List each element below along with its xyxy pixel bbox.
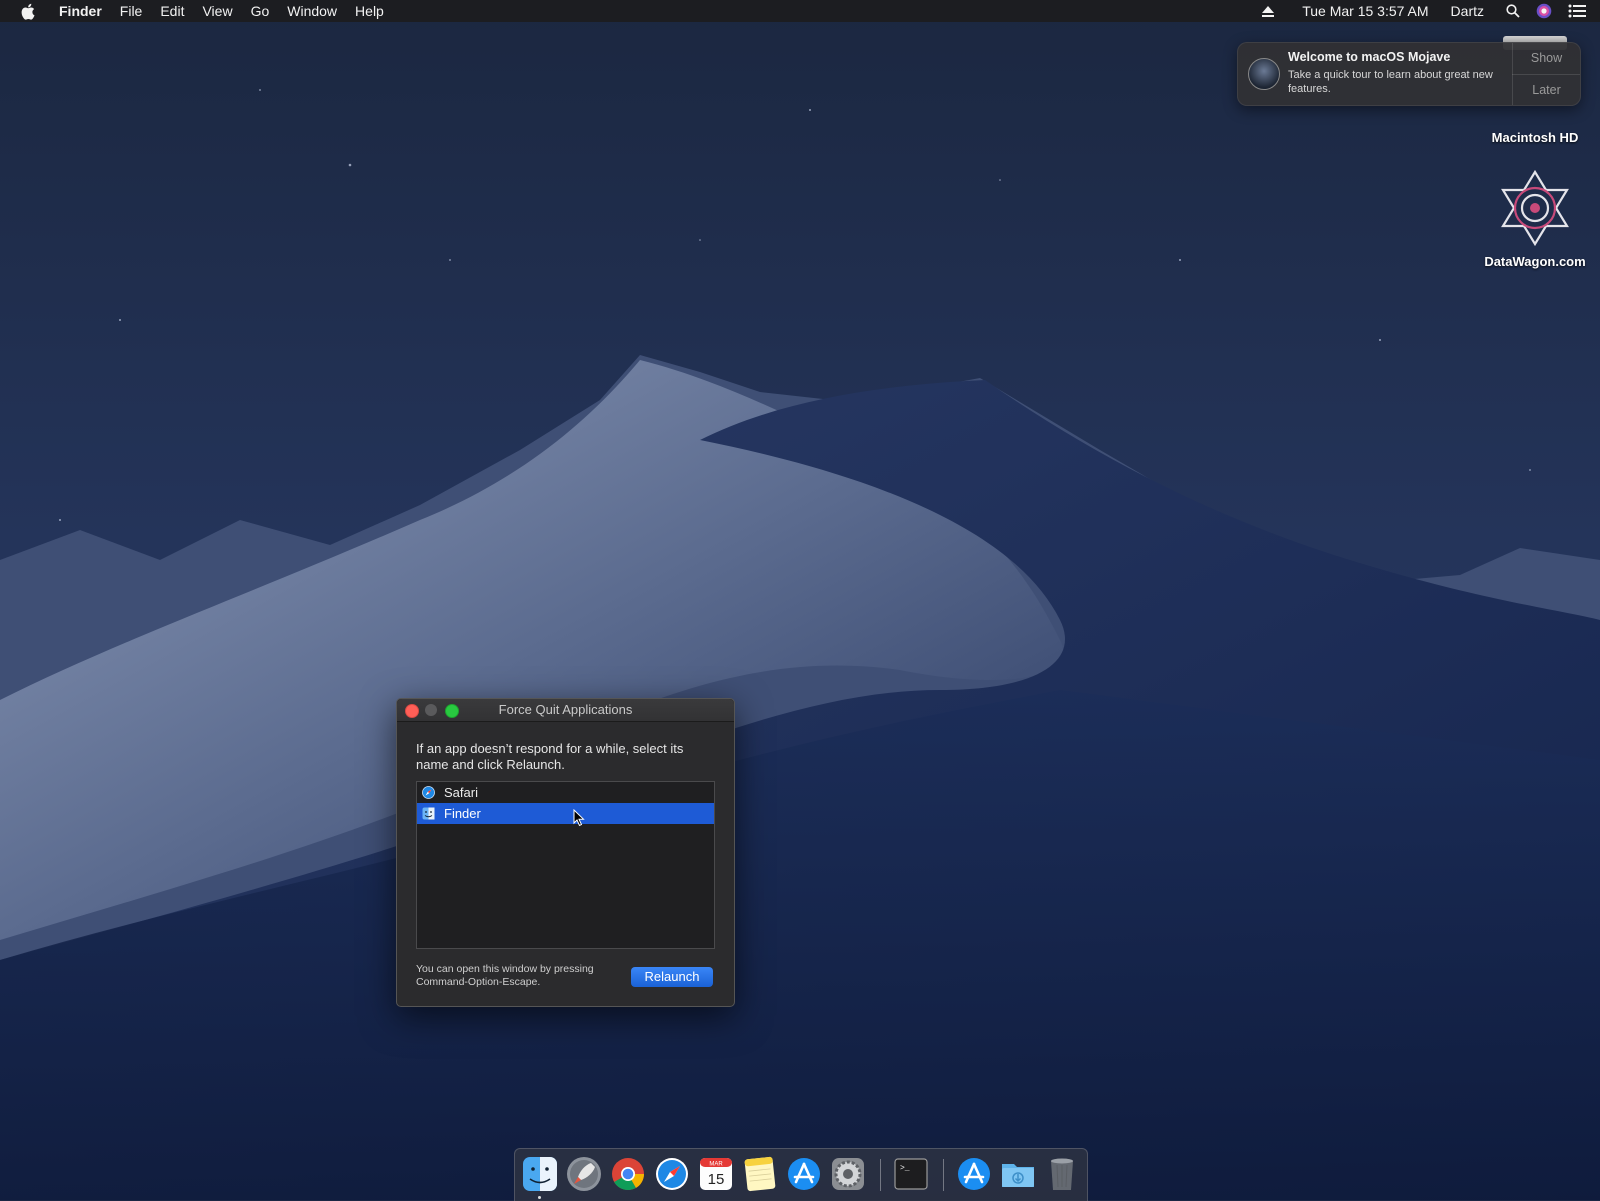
- app-row-safari[interactable]: Safari: [417, 782, 714, 803]
- force-quit-window: Force Quit Applications If an app doesn’…: [396, 698, 735, 1007]
- desktop-wallpaper: [0, 0, 1600, 1200]
- menubar-user[interactable]: Dartz: [1451, 0, 1484, 22]
- notification-show-button[interactable]: Show: [1513, 43, 1580, 74]
- terminal-icon[interactable]: >_: [892, 1155, 930, 1193]
- notification-title: Welcome to macOS Mojave: [1288, 50, 1451, 64]
- window-titlebar[interactable]: Force Quit Applications: [397, 699, 734, 722]
- macintosh-hd-label: Macintosh HD: [1491, 130, 1579, 145]
- eject-icon[interactable]: [1262, 5, 1275, 17]
- menu-window[interactable]: Window: [278, 0, 346, 22]
- welcome-notification[interactable]: Welcome to macOS Mojave Take a quick tou…: [1237, 42, 1581, 106]
- calendar-day: 15: [708, 1171, 725, 1188]
- trash-icon[interactable]: [1043, 1155, 1081, 1193]
- macos-mojave-icon: [1248, 58, 1280, 90]
- calendar-month: MAR: [709, 1162, 723, 1168]
- app-list[interactable]: Safari Finder: [416, 781, 715, 949]
- app-store-icon[interactable]: [785, 1155, 823, 1193]
- datawagon-logo-icon: [1501, 169, 1569, 247]
- finder-icon: [422, 807, 435, 820]
- running-indicator: [538, 1196, 541, 1199]
- window-title: Force Quit Applications: [498, 702, 633, 717]
- finder-icon[interactable]: [521, 1155, 559, 1193]
- notes-icon[interactable]: [741, 1155, 779, 1193]
- app-store-icon[interactable]: [955, 1155, 993, 1193]
- dock-separator: [880, 1159, 881, 1191]
- chrome-icon[interactable]: [609, 1155, 647, 1193]
- spotlight-search-icon[interactable]: [1506, 4, 1520, 18]
- app-row-finder[interactable]: Finder: [417, 803, 714, 824]
- dock-separator: [943, 1159, 944, 1191]
- menu-view[interactable]: View: [193, 0, 241, 22]
- datawagon-label: DataWagon.com: [1484, 254, 1586, 269]
- force-quit-hint: You can open this window by pressing Com…: [416, 963, 594, 988]
- datawagon-desktop-icon[interactable]: DataWagon.com: [1460, 168, 1600, 269]
- menu-help[interactable]: Help: [346, 0, 393, 22]
- apple-menu-icon[interactable]: [18, 2, 36, 20]
- siri-icon[interactable]: [1536, 3, 1552, 19]
- menu-go[interactable]: Go: [242, 0, 279, 22]
- menubar-clock[interactable]: Tue Mar 15 3:57 AM: [1302, 0, 1428, 22]
- notification-later-button[interactable]: Later: [1513, 75, 1580, 106]
- menu-file[interactable]: File: [111, 0, 152, 22]
- system-preferences-icon[interactable]: [829, 1155, 867, 1193]
- launchpad-icon[interactable]: [565, 1155, 603, 1193]
- downloads-folder-icon[interactable]: [999, 1155, 1037, 1193]
- notification-center-icon[interactable]: [1568, 4, 1586, 18]
- menu-bar: Finder File Edit View Go Window Help Tue…: [0, 0, 1600, 22]
- menu-finder[interactable]: Finder: [50, 0, 111, 22]
- relaunch-button[interactable]: Relaunch: [631, 967, 713, 987]
- notification-body: Take a quick tour to learn about great n…: [1288, 69, 1493, 95]
- dock: MAR 15 >_: [514, 1148, 1088, 1201]
- app-row-label: Safari: [444, 785, 478, 800]
- calendar-icon[interactable]: MAR 15: [697, 1155, 735, 1193]
- terminal-prompt: >_: [900, 1164, 910, 1173]
- force-quit-description: If an app doesn’t respond for a while, s…: [416, 741, 684, 772]
- menu-edit[interactable]: Edit: [151, 0, 193, 22]
- safari-icon: [422, 786, 435, 799]
- app-row-label: Finder: [444, 806, 481, 821]
- safari-icon[interactable]: [653, 1155, 691, 1193]
- mouse-cursor-icon: [573, 809, 585, 827]
